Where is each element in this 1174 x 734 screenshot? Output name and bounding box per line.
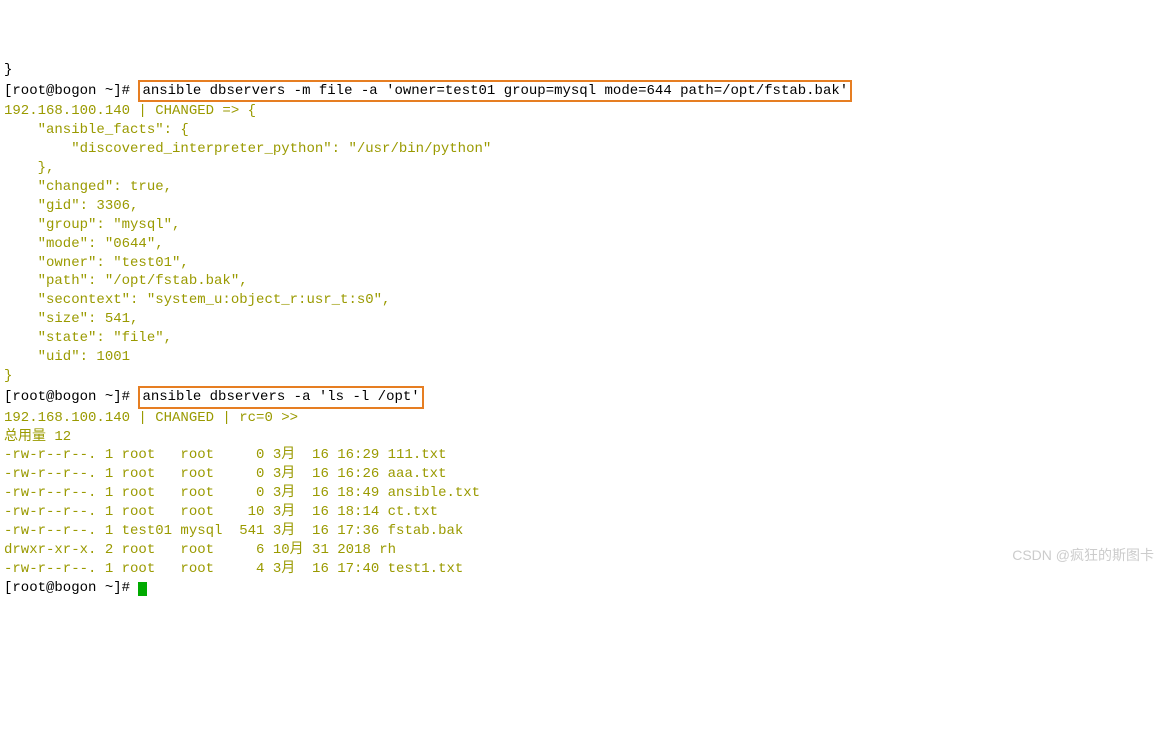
- terminal-output: } [root@bogon ~]# ansible dbservers -m f…: [4, 61, 1170, 598]
- highlighted-command-1: ansible dbservers -m file -a 'owner=test…: [138, 80, 852, 103]
- ls-file-row: drwxr-xr-x. 2 root root 6 10月 31 2018 rh: [4, 542, 396, 558]
- json-changed: "changed": true,: [4, 179, 172, 195]
- json-secontext: "secontext": "system_u:object_r:usr_t:s0…: [4, 292, 390, 308]
- command-2: ansible dbservers -a 'ls -l /opt': [142, 389, 419, 405]
- brace-top: }: [4, 62, 12, 78]
- json-mode: "mode": "0644",: [4, 236, 164, 252]
- prompt-3: [root@bogon ~]#: [4, 580, 138, 596]
- json-size: "size": 541,: [4, 311, 138, 327]
- json-uid: "uid": 1001: [4, 349, 130, 365]
- json-facts-close: },: [4, 160, 54, 176]
- ls-file-row: -rw-r--r--. 1 root root 0 3月 16 16:29 11…: [4, 447, 446, 463]
- cursor-icon[interactable]: [138, 582, 147, 596]
- ls-file-row: -rw-r--r--. 1 root root 0 3月 16 16:26 aa…: [4, 466, 446, 482]
- watermark: CSDN @疯狂的斯图卡: [1012, 546, 1154, 565]
- json-path: "path": "/opt/fstab.bak",: [4, 273, 248, 289]
- highlighted-command-2: ansible dbservers -a 'ls -l /opt': [138, 386, 423, 409]
- json-gid: "gid": 3306,: [4, 198, 138, 214]
- command-1: ansible dbservers -m file -a 'owner=test…: [142, 83, 848, 99]
- json-discovered: "discovered_interpreter_python": "/usr/b…: [4, 141, 491, 157]
- json-group: "group": "mysql",: [4, 217, 180, 233]
- prompt-1: [root@bogon ~]#: [4, 83, 130, 99]
- prompt-2: [root@bogon ~]#: [4, 389, 130, 405]
- json-owner: "owner": "test01",: [4, 255, 189, 271]
- ls-total: 总用量 12: [4, 429, 71, 445]
- ls-file-row: -rw-r--r--. 1 test01 mysql 541 3月 16 17:…: [4, 523, 463, 539]
- json-header: 192.168.100.140 | CHANGED => {: [4, 103, 256, 119]
- ls-file-row: -rw-r--r--. 1 root root 10 3月 16 18:14 c…: [4, 504, 438, 520]
- json-facts-open: "ansible_facts": {: [4, 122, 189, 138]
- json-state: "state": "file",: [4, 330, 172, 346]
- ls-header: 192.168.100.140 | CHANGED | rc=0 >>: [4, 410, 298, 426]
- json-close: }: [4, 368, 12, 384]
- ls-file-row: -rw-r--r--. 1 root root 0 3月 16 18:49 an…: [4, 485, 480, 501]
- ls-file-row: -rw-r--r--. 1 root root 4 3月 16 17:40 te…: [4, 561, 463, 577]
